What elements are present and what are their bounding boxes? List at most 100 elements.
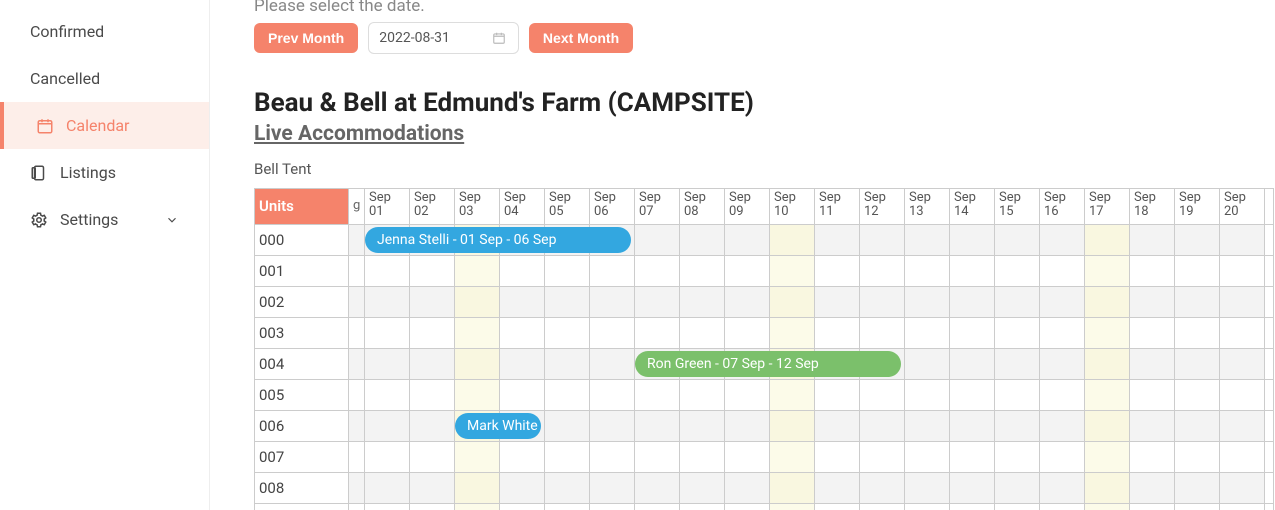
- grid-cell[interactable]: [635, 504, 680, 510]
- grid-cell[interactable]: [815, 318, 860, 348]
- grid-cell[interactable]: [905, 225, 950, 255]
- grid-cell[interactable]: [500, 256, 545, 286]
- grid-cell[interactable]: [1220, 411, 1265, 441]
- grid-cell[interactable]: [860, 442, 905, 472]
- grid-cell[interactable]: [770, 473, 815, 503]
- grid-cell[interactable]: [995, 504, 1040, 510]
- grid-cell[interactable]: [680, 473, 725, 503]
- sidebar-item-calendar[interactable]: Calendar: [0, 102, 209, 149]
- grid-cell[interactable]: [635, 225, 680, 255]
- grid-cell[interactable]: [1130, 473, 1175, 503]
- grid-cell[interactable]: [950, 380, 995, 410]
- grid-cell[interactable]: [1130, 442, 1175, 472]
- grid-cell[interactable]: [365, 473, 410, 503]
- sidebar-item-confirmed[interactable]: Confirmed: [0, 8, 209, 55]
- booking-pill[interactable]: Ron Green - 07 Sep - 12 Sep: [635, 351, 901, 377]
- grid-cell[interactable]: [770, 442, 815, 472]
- grid-cell[interactable]: [349, 380, 365, 410]
- grid-cell[interactable]: [995, 442, 1040, 472]
- grid-cell[interactable]: [995, 380, 1040, 410]
- grid-cell[interactable]: [365, 256, 410, 286]
- grid-cell[interactable]: [1085, 411, 1130, 441]
- grid-cell[interactable]: [365, 349, 410, 379]
- grid-cell[interactable]: [365, 504, 410, 510]
- grid-cell[interactable]: [815, 411, 860, 441]
- grid-cell[interactable]: [1040, 256, 1085, 286]
- grid-cell[interactable]: [995, 318, 1040, 348]
- grid-cell[interactable]: [455, 287, 500, 317]
- grid-cell[interactable]: [410, 411, 455, 441]
- grid-cell[interactable]: [1175, 256, 1220, 286]
- grid-cell[interactable]: [1130, 256, 1175, 286]
- grid-cell[interactable]: [905, 411, 950, 441]
- sidebar-item-cancelled[interactable]: Cancelled: [0, 55, 209, 102]
- grid-cell[interactable]: [1130, 287, 1175, 317]
- grid-cell[interactable]: [1220, 504, 1265, 510]
- grid-cell[interactable]: [905, 318, 950, 348]
- grid-cell[interactable]: [680, 225, 725, 255]
- grid-cell[interactable]: [860, 225, 905, 255]
- grid-cell[interactable]: [349, 287, 365, 317]
- grid-cell[interactable]: [680, 380, 725, 410]
- grid-cell[interactable]: [950, 318, 995, 348]
- grid-cell[interactable]: [590, 256, 635, 286]
- grid-cell[interactable]: [815, 380, 860, 410]
- grid-cell[interactable]: [1040, 349, 1085, 379]
- grid-cell[interactable]: [860, 287, 905, 317]
- grid-cell[interactable]: [365, 380, 410, 410]
- grid-cell[interactable]: [500, 380, 545, 410]
- grid-cell[interactable]: [1040, 287, 1085, 317]
- grid-cell[interactable]: [410, 318, 455, 348]
- grid-cell[interactable]: [500, 504, 545, 510]
- grid-cell[interactable]: [995, 411, 1040, 441]
- grid-cell[interactable]: [590, 349, 635, 379]
- grid-cell[interactable]: [950, 287, 995, 317]
- grid-cell[interactable]: [950, 442, 995, 472]
- grid-cell[interactable]: [995, 473, 1040, 503]
- grid-cell[interactable]: [545, 287, 590, 317]
- grid-cell[interactable]: [1085, 473, 1130, 503]
- grid-cell[interactable]: [725, 225, 770, 255]
- grid-cell[interactable]: [635, 473, 680, 503]
- grid-cell[interactable]: [1175, 287, 1220, 317]
- grid-cell[interactable]: [455, 504, 500, 510]
- grid-cell[interactable]: [590, 380, 635, 410]
- grid-cell[interactable]: [545, 349, 590, 379]
- grid-cell[interactable]: [635, 256, 680, 286]
- grid-cell[interactable]: [1040, 380, 1085, 410]
- grid-cell[interactable]: [410, 349, 455, 379]
- grid-cell[interactable]: [545, 411, 590, 441]
- grid-cell[interactable]: [455, 318, 500, 348]
- grid-cell[interactable]: [1085, 318, 1130, 348]
- grid-cell[interactable]: [950, 349, 995, 379]
- grid-cell[interactable]: [1175, 380, 1220, 410]
- grid-cell[interactable]: [349, 411, 365, 441]
- grid-cell[interactable]: [590, 504, 635, 510]
- grid-cell[interactable]: [905, 349, 950, 379]
- grid-cell[interactable]: [635, 318, 680, 348]
- booking-pill[interactable]: Mark White: [455, 413, 541, 439]
- grid-cell[interactable]: [1220, 225, 1265, 255]
- grid-cell[interactable]: [590, 442, 635, 472]
- grid-cell[interactable]: [349, 442, 365, 472]
- grid-cell[interactable]: [545, 473, 590, 503]
- grid-cell[interactable]: [1220, 349, 1265, 379]
- grid-cell[interactable]: [635, 380, 680, 410]
- grid-cell[interactable]: [860, 473, 905, 503]
- grid-cell[interactable]: [349, 349, 365, 379]
- grid-cell[interactable]: [1220, 318, 1265, 348]
- grid-cell[interactable]: [1040, 225, 1085, 255]
- grid-cell[interactable]: [815, 225, 860, 255]
- grid-cell[interactable]: [1085, 225, 1130, 255]
- grid-cell[interactable]: [1130, 504, 1175, 510]
- grid-cell[interactable]: [995, 287, 1040, 317]
- grid-cell[interactable]: [995, 256, 1040, 286]
- grid-cell[interactable]: [1085, 287, 1130, 317]
- grid-cell[interactable]: [349, 473, 365, 503]
- grid-cell[interactable]: [1085, 256, 1130, 286]
- grid-cell[interactable]: [455, 256, 500, 286]
- grid-cell[interactable]: [1130, 380, 1175, 410]
- grid-cell[interactable]: [500, 287, 545, 317]
- grid-cell[interactable]: [349, 225, 365, 255]
- grid-cell[interactable]: [590, 473, 635, 503]
